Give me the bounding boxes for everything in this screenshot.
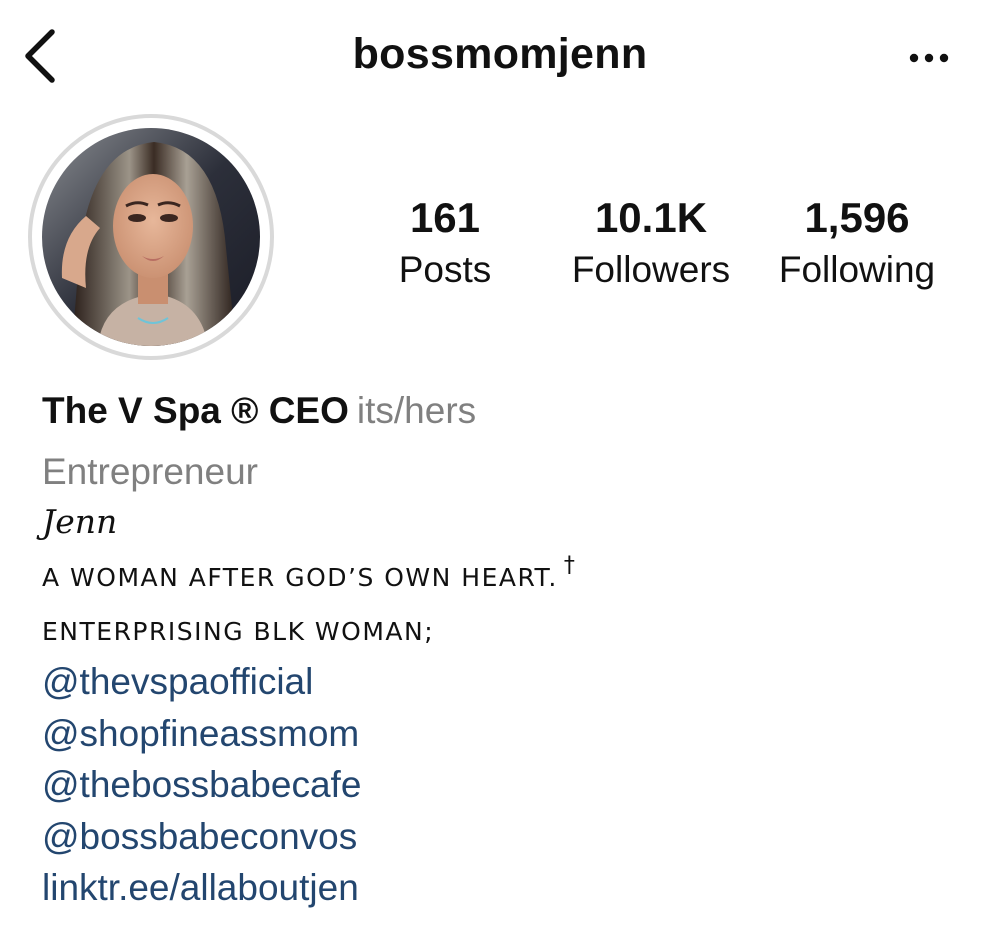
profile-header: bossmomjenn: [0, 0, 1000, 118]
followers-stat[interactable]: 10.1K Followers: [560, 192, 742, 296]
mention-link-thebossbabecafe[interactable]: @thebossbabecafe: [42, 759, 962, 811]
mention-link-thevspaofficial[interactable]: @thevspaofficial: [42, 656, 962, 708]
mention-link-shopfineassmom[interactable]: @shopfineassmom: [42, 708, 962, 760]
more-horizontal-icon: [909, 53, 949, 63]
bio-line-1-text: A WOMAN AFTER GOD’S OWN HEART.: [42, 563, 558, 592]
profile-avatar[interactable]: [42, 128, 260, 346]
following-stat[interactable]: 1,596 Following: [764, 192, 950, 296]
more-options-button[interactable]: [904, 40, 956, 76]
profile-bio: The V Spa ® CEO its/hers Entrepreneur Jen…: [42, 386, 962, 914]
following-label: Following: [778, 249, 936, 290]
bio-links: @thevspaofficial @shopfineassmom @thebos…: [42, 656, 962, 914]
bio-script-name: Jenn: [42, 502, 118, 541]
name-line: The V Spa ® CEO its/hers: [42, 386, 962, 436]
category-label: Entrepreneur: [42, 451, 258, 492]
posts-count: 161: [409, 194, 481, 241]
profile-photo: [42, 128, 260, 346]
bio-line-1: A WOMAN AFTER GOD’S OWN HEART. †: [42, 553, 962, 602]
cross-symbol: †: [563, 553, 577, 578]
website-link[interactable]: linktr.ee/allaboutjen: [42, 862, 962, 914]
display-name: The V Spa ® CEO: [42, 390, 349, 431]
following-count: 1,596: [804, 194, 910, 241]
pronouns: its/hers: [356, 390, 477, 431]
posts-stat[interactable]: 161 Posts: [380, 192, 510, 296]
followers-label: Followers: [571, 249, 731, 290]
username-title: bossmomjenn: [352, 30, 648, 78]
mention-link-bossbabeconvos[interactable]: @bossbabeconvos: [42, 811, 962, 863]
followers-count: 10.1K: [594, 194, 708, 241]
posts-label: Posts: [398, 249, 492, 290]
bio-line-2: ENTERPRISING BLK WOMAN;: [42, 617, 435, 646]
